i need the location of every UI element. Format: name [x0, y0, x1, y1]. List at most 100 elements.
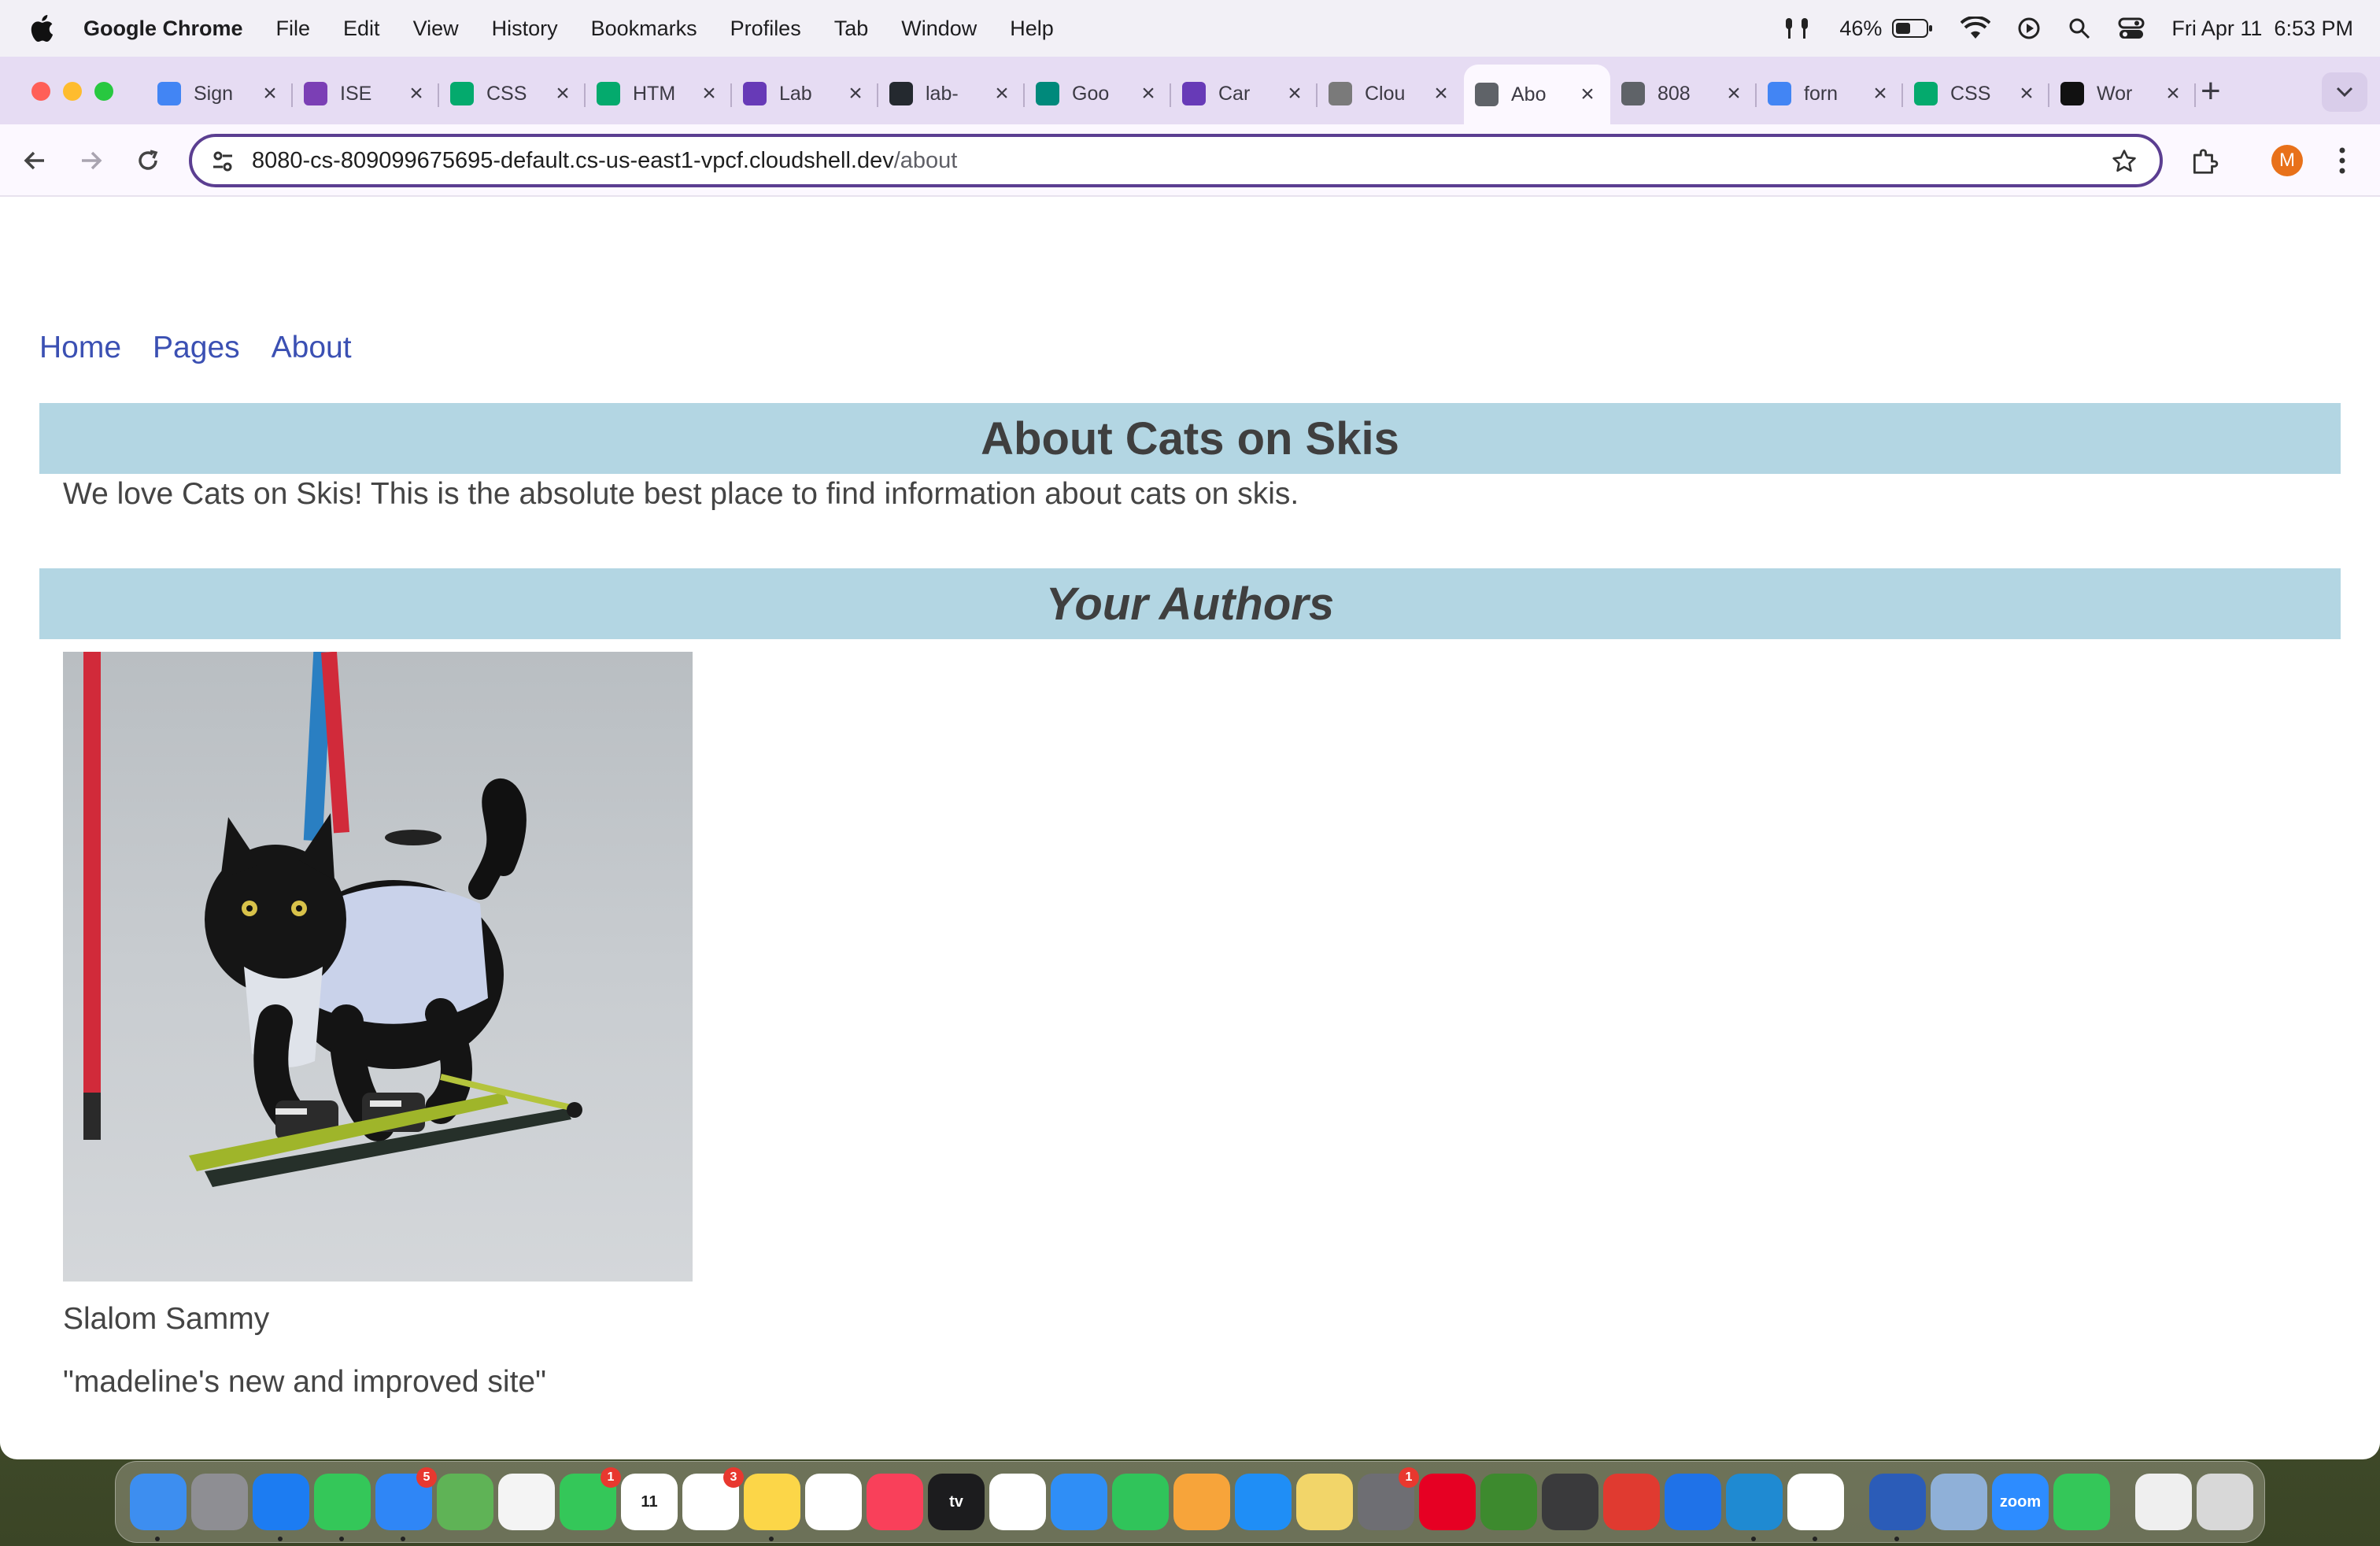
- kebab-menu-icon[interactable]: [2338, 146, 2347, 175]
- menu-window[interactable]: Window: [901, 17, 977, 41]
- system-settings-icon[interactable]: 1: [1358, 1467, 1419, 1530]
- minimize-window-button[interactable]: [63, 82, 82, 101]
- keynote-icon[interactable]: [1051, 1474, 1107, 1530]
- messages-alt-icon[interactable]: [2053, 1474, 2110, 1530]
- canvas-icon[interactable]: [1603, 1474, 1660, 1530]
- mail-icon[interactable]: 5: [375, 1467, 437, 1541]
- xcode-icon[interactable]: [1665, 1474, 1721, 1530]
- browser-tab[interactable]: Lab ×: [732, 68, 878, 120]
- maps-icon[interactable]: [437, 1474, 493, 1530]
- wifi-icon[interactable]: [1961, 17, 1991, 40]
- pages-icon[interactable]: [1173, 1474, 1230, 1530]
- menu-tab[interactable]: Tab: [834, 17, 869, 41]
- bookmark-star-icon[interactable]: [2111, 148, 2138, 175]
- app-store-icon[interactable]: [1235, 1474, 1292, 1530]
- browser-tab[interactable]: CSS ×: [1903, 68, 2049, 120]
- browser-tab[interactable]: Wor ×: [2049, 68, 2196, 120]
- preview-icon[interactable]: [1931, 1474, 1987, 1530]
- news-icon[interactable]: [989, 1474, 1046, 1530]
- close-tab-icon[interactable]: ×: [551, 80, 575, 107]
- browser-tab[interactable]: Car ×: [1171, 68, 1318, 120]
- nav-link-home[interactable]: Home: [39, 331, 121, 365]
- safari-icon[interactable]: [253, 1474, 309, 1541]
- spotlight-search-icon[interactable]: [2068, 17, 2091, 40]
- browser-tab[interactable]: CSS ×: [439, 68, 586, 120]
- numbers-icon[interactable]: [1112, 1474, 1169, 1530]
- close-window-button[interactable]: [31, 82, 50, 101]
- menu-file[interactable]: File: [276, 17, 311, 41]
- close-tab-icon[interactable]: ×: [258, 80, 282, 107]
- tab-search-button[interactable]: [2322, 72, 2367, 112]
- extensions-puzzle-icon[interactable]: [2190, 146, 2219, 176]
- browser-tab[interactable]: Goo ×: [1025, 68, 1171, 120]
- menu-clock[interactable]: Fri Apr 11 6:53 PM: [2171, 17, 2353, 41]
- close-tab-icon[interactable]: ×: [1283, 80, 1306, 107]
- browser-tab[interactable]: Clou ×: [1318, 68, 1464, 120]
- messages-icon[interactable]: [314, 1474, 371, 1541]
- close-tab-icon[interactable]: ×: [697, 80, 721, 107]
- launchpad-icon[interactable]: [191, 1474, 248, 1530]
- apple-logo-icon[interactable]: [27, 12, 60, 45]
- close-tab-icon[interactable]: ×: [2161, 80, 2185, 107]
- zoom-window-button[interactable]: [94, 82, 113, 101]
- battery-icon[interactable]: [1891, 17, 1934, 39]
- browser-tab[interactable]: Sign ×: [146, 68, 293, 120]
- menu-app-name[interactable]: Google Chrome: [83, 17, 243, 41]
- control-center-icon[interactable]: [2118, 17, 2145, 40]
- chatgpt-icon: [2060, 82, 2084, 105]
- close-tab-icon[interactable]: ×: [1868, 80, 1892, 107]
- close-tab-icon[interactable]: ×: [990, 80, 1014, 107]
- profile-avatar[interactable]: M: [2271, 145, 2303, 176]
- close-tab-icon[interactable]: ×: [1722, 80, 1746, 107]
- vscode-icon[interactable]: [1726, 1474, 1783, 1541]
- minecraft-icon[interactable]: [1480, 1474, 1537, 1530]
- menu-history[interactable]: History: [492, 17, 558, 41]
- close-tab-icon[interactable]: ×: [844, 80, 867, 107]
- menu-profiles[interactable]: Profiles: [730, 17, 801, 41]
- browser-tab[interactable]: Abo ×: [1464, 65, 1610, 124]
- browser-tab[interactable]: HTM ×: [586, 68, 732, 120]
- site-info-icon[interactable]: [211, 150, 235, 173]
- zoom-icon[interactable]: zoom: [1992, 1474, 2049, 1530]
- pinterest-icon[interactable]: [1419, 1474, 1476, 1530]
- close-tab-icon[interactable]: ×: [1576, 81, 1599, 108]
- menu-help[interactable]: Help: [1010, 17, 1054, 41]
- chrome-icon[interactable]: [1787, 1474, 1844, 1541]
- close-tab-icon[interactable]: ×: [1429, 80, 1453, 107]
- nav-link-pages[interactable]: Pages: [153, 331, 240, 365]
- now-playing-icon[interactable]: [2017, 17, 2041, 40]
- close-tab-icon[interactable]: ×: [405, 80, 428, 107]
- finder-icon[interactable]: [130, 1474, 187, 1541]
- nav-link-about[interactable]: About: [272, 331, 352, 365]
- macos-menu-bar: Google Chrome File Edit View History Boo…: [0, 0, 2380, 57]
- text-file-icon[interactable]: [2135, 1474, 2192, 1530]
- running-indicator: [769, 1537, 774, 1541]
- keychain-icon[interactable]: [1542, 1474, 1598, 1530]
- notes-icon[interactable]: [744, 1474, 800, 1541]
- word-icon[interactable]: [1869, 1474, 1926, 1541]
- menu-view[interactable]: View: [413, 17, 459, 41]
- browser-tab[interactable]: lab- ×: [878, 68, 1025, 120]
- reminders-icon[interactable]: 3: [682, 1467, 744, 1530]
- menu-bookmarks[interactable]: Bookmarks: [591, 17, 697, 41]
- reload-button[interactable]: [131, 143, 165, 178]
- browser-tab[interactable]: ISE ×: [293, 68, 439, 120]
- close-tab-icon[interactable]: ×: [2015, 80, 2038, 107]
- freeform-icon[interactable]: [805, 1474, 862, 1530]
- facetime-icon[interactable]: 1: [560, 1467, 621, 1530]
- trash-icon[interactable]: [2197, 1474, 2253, 1530]
- music-icon[interactable]: [867, 1474, 923, 1530]
- back-button[interactable]: [17, 143, 52, 178]
- address-bar[interactable]: 8080-cs-809099675695-default.cs-us-east1…: [189, 134, 2163, 187]
- airpods-icon[interactable]: [1781, 15, 1813, 42]
- browser-tab[interactable]: forn ×: [1757, 68, 1903, 120]
- menu-edit[interactable]: Edit: [343, 17, 380, 41]
- close-tab-icon[interactable]: ×: [1136, 80, 1160, 107]
- tv-icon[interactable]: tv: [928, 1474, 985, 1530]
- stickies-icon[interactable]: [1296, 1474, 1353, 1530]
- calendar-icon[interactable]: 11: [621, 1474, 678, 1530]
- forward-button[interactable]: [74, 143, 109, 178]
- browser-tab[interactable]: 808 ×: [1610, 68, 1757, 120]
- new-tab-button[interactable]: +: [2201, 74, 2221, 109]
- photos-icon[interactable]: [498, 1474, 555, 1530]
